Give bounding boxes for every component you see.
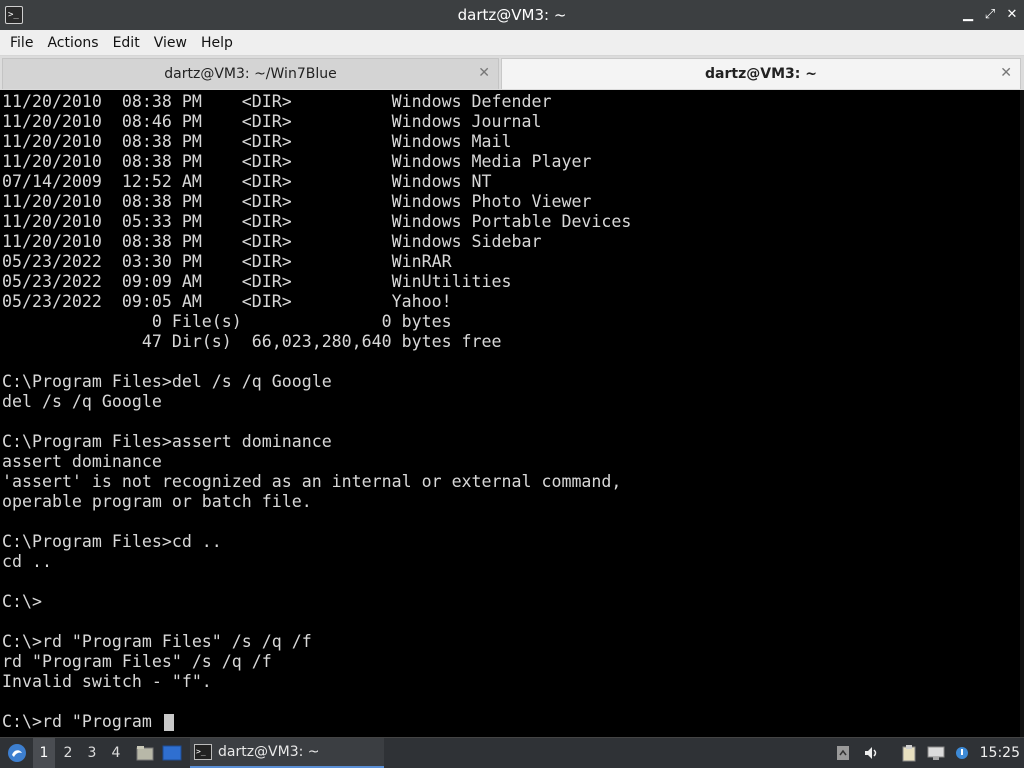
- maximize-button[interactable]: ⤢: [980, 5, 1000, 25]
- terminal-line: 11/20/2010 08:38 PM <DIR> Windows Photo …: [2, 192, 592, 211]
- system-status-icon[interactable]: [952, 738, 972, 768]
- menu-actions[interactable]: Actions: [40, 30, 105, 56]
- terminal-line: 11/20/2010 08:38 PM <DIR> Windows Media …: [2, 152, 592, 171]
- terminal-line: Invalid switch - "f".: [2, 672, 212, 691]
- terminal-line: C:\Program Files>assert dominance: [2, 432, 332, 451]
- terminal-area[interactable]: 11/20/2010 08:38 PM <DIR> Windows Defend…: [0, 90, 1024, 737]
- taskbar: 1 2 3 4 >_ dartz@VM3: ~ 15:25: [0, 737, 1024, 768]
- window-title: dartz@VM3: ~: [457, 6, 567, 24]
- workspace-1[interactable]: 1: [33, 738, 55, 768]
- tab-bar: dartz@VM3: ~/Win7Blue ✕ dartz@VM3: ~ ✕: [0, 56, 1024, 90]
- window-titlebar[interactable]: >_ dartz@VM3: ~ ▁ ⤢ ✕: [0, 0, 1024, 30]
- terminal-line: 07/14/2009 12:52 AM <DIR> Windows NT: [2, 172, 492, 191]
- menu-view[interactable]: View: [147, 30, 194, 56]
- terminal-line: 05/23/2022 03:30 PM <DIR> WinRAR: [2, 252, 452, 271]
- terminal-line: 0 File(s) 0 bytes: [2, 312, 452, 331]
- workspace-2[interactable]: 2: [57, 738, 79, 768]
- terminal-line: 05/23/2022 09:05 AM <DIR> Yahoo!: [2, 292, 452, 311]
- menu-edit[interactable]: Edit: [106, 30, 147, 56]
- task-label: dartz@VM3: ~: [218, 744, 320, 760]
- menu-file[interactable]: File: [3, 30, 40, 56]
- tab-label: dartz@VM3: ~/Win7Blue: [164, 66, 337, 82]
- workspace-4[interactable]: 4: [105, 738, 127, 768]
- taskbar-terminal-button[interactable]: >_ dartz@VM3: ~: [190, 738, 384, 768]
- terminal-line: 11/20/2010 08:38 PM <DIR> Windows Sideba…: [2, 232, 542, 251]
- terminal-line: 11/20/2010 08:38 PM <DIR> Windows Defend…: [2, 92, 552, 111]
- terminal-line: C:\>: [2, 592, 42, 611]
- tab-close-icon[interactable]: ✕: [1000, 65, 1012, 81]
- terminal-line: C:\Program Files>cd ..: [2, 532, 222, 551]
- text-cursor: [163, 713, 174, 731]
- terminal-line: 11/20/2010 08:38 PM <DIR> Windows Mail: [2, 132, 512, 151]
- menubar: File Actions Edit View Help: [0, 30, 1024, 56]
- terminal-prompt-line[interactable]: C:\>rd "Program: [2, 712, 631, 732]
- terminal-scrollbar[interactable]: [1020, 90, 1024, 737]
- desktop-icon[interactable]: [160, 738, 184, 768]
- workspace-3[interactable]: 3: [81, 738, 103, 768]
- close-button[interactable]: ✕: [1002, 5, 1022, 25]
- tab-win7blue[interactable]: dartz@VM3: ~/Win7Blue ✕: [2, 58, 499, 89]
- updates-icon[interactable]: [833, 738, 853, 768]
- terminal-line: 11/20/2010 05:33 PM <DIR> Windows Portab…: [2, 212, 632, 231]
- terminal-line: 11/20/2010 08:46 PM <DIR> Windows Journa…: [2, 112, 542, 131]
- terminal-output: 11/20/2010 08:38 PM <DIR> Windows Defend…: [2, 92, 631, 732]
- terminal-line: 05/23/2022 09:09 AM <DIR> WinUtilities: [2, 272, 512, 291]
- terminal-icon: >_: [194, 744, 212, 760]
- files-icon[interactable]: [134, 738, 156, 768]
- terminal-line: cd ..: [2, 552, 52, 571]
- terminal-line: C:\>rd "Program Files" /s /q /f: [2, 632, 312, 651]
- tab-close-icon[interactable]: ✕: [478, 65, 490, 81]
- terminal-line: C:\Program Files>del /s /q Google: [2, 372, 332, 391]
- terminal-line: 'assert' is not recognized as an interna…: [2, 472, 622, 491]
- volume-icon[interactable]: [862, 738, 882, 768]
- menu-help[interactable]: Help: [194, 30, 240, 56]
- terminal-line: del /s /q Google: [2, 392, 162, 411]
- clock[interactable]: 15:25: [980, 738, 1020, 768]
- network-icon[interactable]: [926, 738, 946, 768]
- tab-label: dartz@VM3: ~: [705, 66, 817, 82]
- terminal-line: 47 Dir(s) 66,023,280,640 bytes free: [2, 332, 502, 351]
- terminal-prompt: C:\>rd "Program: [2, 712, 162, 731]
- terminal-line: assert dominance: [2, 452, 162, 471]
- start-menu-icon[interactable]: [4, 738, 30, 768]
- minimize-button[interactable]: ▁: [958, 5, 978, 25]
- tab-home[interactable]: dartz@VM3: ~ ✕: [501, 58, 1021, 89]
- terminal-icon: >_: [5, 6, 23, 24]
- clipboard-icon[interactable]: [899, 738, 919, 768]
- terminal-line: rd "Program Files" /s /q /f: [2, 652, 272, 671]
- terminal-line: operable program or batch file.: [2, 492, 312, 511]
